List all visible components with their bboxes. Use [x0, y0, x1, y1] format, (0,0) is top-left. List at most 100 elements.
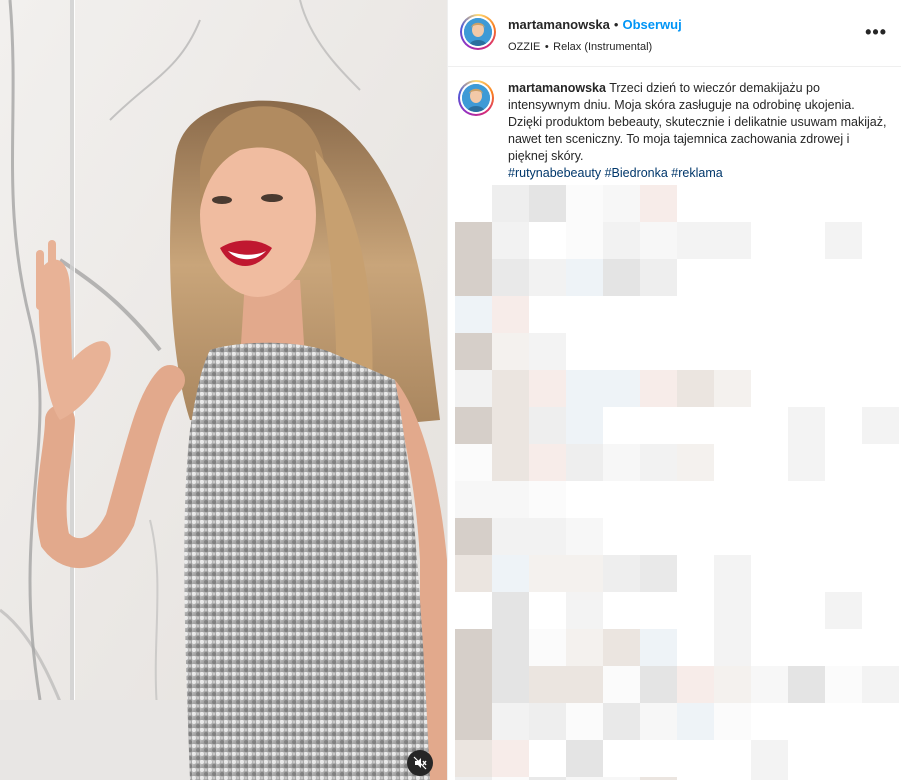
blur-pixel [455, 481, 492, 518]
blur-pixel [825, 259, 862, 296]
blur-pixel [788, 185, 825, 222]
blur-pixel [603, 444, 640, 481]
blur-pixel [677, 518, 714, 555]
blur-pixel [677, 259, 714, 296]
caption-avatar[interactable] [458, 80, 494, 116]
blur-pixel [640, 592, 677, 629]
blur-pixel [603, 407, 640, 444]
blur-pixel [566, 185, 603, 222]
more-options-icon[interactable]: ••• [865, 22, 887, 43]
blur-pixel [788, 555, 825, 592]
blur-pixel [529, 222, 566, 259]
blur-pixel [862, 259, 899, 296]
blur-pixel [455, 333, 492, 370]
header-separator: • [613, 17, 619, 32]
blur-pixel [677, 333, 714, 370]
blur-pixel [640, 296, 677, 333]
blur-pixel [677, 481, 714, 518]
blur-pixel [788, 666, 825, 703]
blur-pixel [492, 629, 529, 666]
mute-button[interactable] [407, 750, 433, 776]
blur-pixel [492, 185, 529, 222]
caption-hashtags[interactable]: #rutynabebeauty #Biedronka #reklama [508, 166, 723, 180]
header-username[interactable]: martamanowska [508, 17, 610, 32]
blur-pixel [714, 259, 751, 296]
blur-pixel [640, 407, 677, 444]
blurred-comments [448, 185, 901, 780]
blur-pixel [566, 296, 603, 333]
avatar[interactable] [460, 14, 496, 50]
blur-pixel [677, 555, 714, 592]
blur-pixel [714, 444, 751, 481]
blur-pixel [529, 481, 566, 518]
blur-pixel [825, 185, 862, 222]
blur-pixel [640, 259, 677, 296]
blur-pixel [751, 666, 788, 703]
blur-pixel [529, 333, 566, 370]
blur-pixel [566, 444, 603, 481]
blur-pixel [603, 333, 640, 370]
blur-pixel [825, 592, 862, 629]
caption-avatar-image [462, 84, 490, 112]
blur-pixel [640, 518, 677, 555]
blur-pixel [825, 518, 862, 555]
blur-pixel [492, 555, 529, 592]
music-artist: OZZIE [508, 41, 541, 53]
blur-pixel [603, 740, 640, 777]
music-info[interactable]: OZZIE • Relax (Instrumental) [508, 37, 652, 55]
blur-pixel [862, 222, 899, 259]
blur-pixel [455, 666, 492, 703]
blur-pixel [455, 222, 492, 259]
blur-pixel [825, 740, 862, 777]
blur-pixel [751, 444, 788, 481]
avatar-image [464, 18, 492, 46]
blur-pixel [714, 629, 751, 666]
blur-pixel [751, 407, 788, 444]
blur-pixel [677, 740, 714, 777]
caption-username[interactable]: martamanowska [508, 81, 606, 95]
blur-pixel [566, 407, 603, 444]
video-frame [0, 0, 447, 780]
blur-pixel [455, 296, 492, 333]
blur-pixel [751, 259, 788, 296]
blur-pixel [714, 222, 751, 259]
blur-pixel [788, 703, 825, 740]
blur-pixel [492, 740, 529, 777]
blur-pixel [751, 481, 788, 518]
blur-pixel [529, 518, 566, 555]
blur-pixel [788, 518, 825, 555]
blur-pixel [640, 185, 677, 222]
blur-pixel [492, 592, 529, 629]
blur-pixel [529, 296, 566, 333]
blur-pixel [566, 259, 603, 296]
blur-pixel [825, 481, 862, 518]
blur-pixel [862, 407, 899, 444]
blur-pixel [788, 222, 825, 259]
blur-pixel [677, 222, 714, 259]
blur-pixel [566, 222, 603, 259]
blur-pixel [455, 259, 492, 296]
blur-pixel [751, 740, 788, 777]
blur-pixel [603, 703, 640, 740]
follow-button[interactable]: Obserwuj [622, 17, 681, 32]
blur-pixel [825, 333, 862, 370]
blur-pixel [492, 407, 529, 444]
blur-pixel [677, 592, 714, 629]
post-header: martamanowska • Obserwuj OZZIE • Relax (In… [448, 0, 901, 67]
blur-pixel [862, 703, 899, 740]
blur-pixel [640, 481, 677, 518]
blur-pixel [566, 370, 603, 407]
blur-pixel [603, 518, 640, 555]
blur-pixel [455, 370, 492, 407]
blur-pixel [492, 518, 529, 555]
blur-pixel [566, 666, 603, 703]
blur-pixel [677, 444, 714, 481]
post-media[interactable] [0, 0, 447, 780]
blur-pixel [529, 592, 566, 629]
blur-pixel [603, 555, 640, 592]
blur-pixel [640, 629, 677, 666]
blur-pixel [862, 185, 899, 222]
blur-pixel [751, 185, 788, 222]
blur-pixel [603, 666, 640, 703]
blur-pixel [455, 444, 492, 481]
